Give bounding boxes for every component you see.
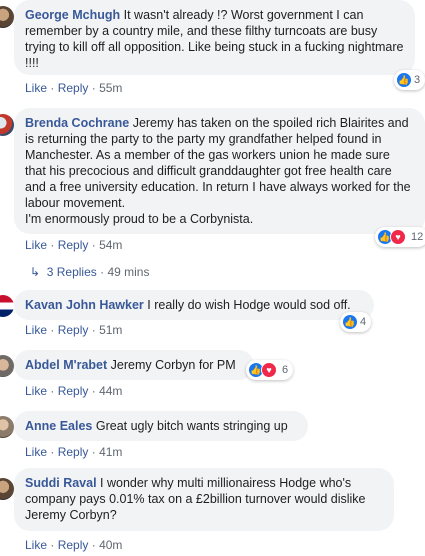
reaction-summary[interactable]: 👍 4 xyxy=(340,312,372,332)
like-link[interactable]: Like xyxy=(25,445,47,459)
avatar[interactable] xyxy=(0,478,14,500)
thumbs-up-icon: 👍 xyxy=(396,72,412,88)
reply-link[interactable]: Reply xyxy=(58,538,89,552)
comment-time[interactable]: 41m xyxy=(99,445,122,459)
comment-text: Jeremy has taken on the spoiled rich Bla… xyxy=(25,116,411,226)
reaction-summary[interactable]: 👍 ♥ 6 xyxy=(246,360,294,380)
avatar[interactable] xyxy=(0,355,14,377)
reaction-count: 3 xyxy=(414,74,421,86)
comment-bubble: Suddi Raval I wonder why multi millionai… xyxy=(14,468,394,531)
heart-icon: ♥ xyxy=(261,362,277,378)
view-replies-link[interactable]: ↳ 3 Replies · 49 mins xyxy=(30,265,149,279)
comment-author[interactable]: Abdel M'rabet xyxy=(25,358,107,372)
reply-link[interactable]: Reply xyxy=(58,384,89,398)
reply-link[interactable]: Reply xyxy=(58,445,89,459)
heart-icon: ♥ xyxy=(390,229,406,245)
reply-link[interactable]: Reply xyxy=(58,323,89,337)
reaction-count: 4 xyxy=(360,316,367,328)
avatar[interactable] xyxy=(0,6,14,28)
comment-time[interactable]: 54m xyxy=(99,238,122,252)
reply-link[interactable]: Reply xyxy=(58,81,89,95)
comment-text: Jeremy Corbyn for PM xyxy=(110,358,236,372)
reaction-summary[interactable]: 👍 3 xyxy=(394,70,425,90)
like-link[interactable]: Like xyxy=(25,238,47,252)
avatar[interactable] xyxy=(0,416,14,438)
avatar[interactable] xyxy=(0,114,14,136)
comment-actions: Like · Reply · 51m xyxy=(25,323,123,337)
replies-count[interactable]: 3 Replies xyxy=(47,265,97,279)
comment-actions: Like · Reply · 44m xyxy=(25,384,123,398)
comment-bubble: Brenda Cochrane Jeremy has taken on the … xyxy=(14,108,425,234)
comment-author[interactable]: George Mchugh xyxy=(25,8,120,22)
replies-time: 49 mins xyxy=(107,265,150,279)
reaction-count: 6 xyxy=(282,364,289,376)
comment-author[interactable]: Brenda Cochrane xyxy=(25,116,129,130)
comment-bubble: George Mchugh It wasn't already !? Worst… xyxy=(14,0,415,75)
comment-actions: Like · Reply · 54m xyxy=(25,238,123,252)
comment-author[interactable]: Suddi Raval xyxy=(25,476,97,490)
like-link[interactable]: Like xyxy=(25,323,47,337)
reply-link[interactable]: Reply xyxy=(58,238,89,252)
reaction-summary[interactable]: 👍 ♥ 12 xyxy=(375,227,425,247)
reaction-count: 12 xyxy=(411,231,424,243)
comment-bubble: Anne Eales Great ugly bitch wants string… xyxy=(14,411,308,441)
avatar[interactable] xyxy=(0,295,14,317)
like-link[interactable]: Like xyxy=(25,384,47,398)
reply-arrow-icon: ↳ xyxy=(30,265,41,279)
comment-time[interactable]: 51m xyxy=(99,323,122,337)
thumbs-up-icon: 👍 xyxy=(342,314,358,330)
comment-time[interactable]: 40m xyxy=(99,538,122,552)
comment-author[interactable]: Anne Eales xyxy=(25,419,92,433)
comment-author[interactable]: Kavan John Hawker xyxy=(25,298,144,312)
like-link[interactable]: Like xyxy=(25,538,47,552)
comment-actions: Like · Reply · 41m xyxy=(25,445,123,459)
comment-bubble: Abdel M'rabet Jeremy Corbyn for PM xyxy=(14,350,254,380)
comment-bubble: Kavan John Hawker I really do wish Hodge… xyxy=(14,290,374,320)
comment-actions: Like · Reply · 55m xyxy=(25,81,123,95)
comment-text: Great ugly bitch wants stringing up xyxy=(95,419,288,433)
comment-text: I really do wish Hodge would sod off. xyxy=(147,298,351,312)
comment-actions: Like · Reply · 40m xyxy=(25,538,123,552)
comment-time[interactable]: 55m xyxy=(99,81,122,95)
comment-time[interactable]: 44m xyxy=(99,384,122,398)
like-link[interactable]: Like xyxy=(25,81,47,95)
